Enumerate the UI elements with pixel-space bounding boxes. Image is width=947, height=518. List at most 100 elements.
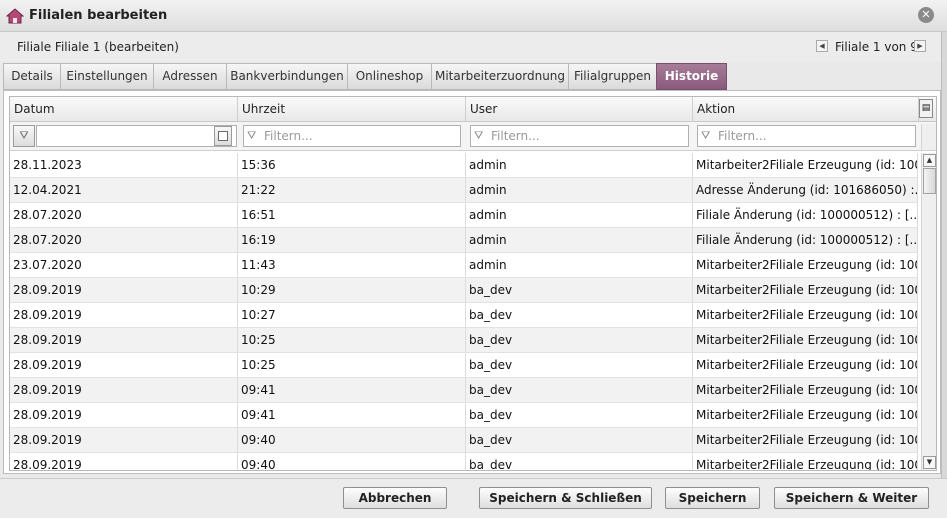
cell-uhrzeit: 09:41	[238, 378, 466, 402]
save-button[interactable]: Speichern	[665, 487, 760, 509]
cell-datum: 28.07.2020	[10, 228, 238, 252]
tab-filialgruppen[interactable]: Filialgruppen	[568, 63, 657, 90]
cell-user: ba_dev	[466, 378, 693, 402]
cell-user: ba_dev	[466, 303, 693, 327]
record-subtitle: Filiale Filiale 1 (bearbeiten)	[17, 40, 179, 54]
cell-uhrzeit: 10:29	[238, 278, 466, 302]
filter-user-input[interactable]: ⛛ Filtern...	[470, 125, 689, 147]
table-row[interactable]: 28.09.2019 10:29 ba_dev Mitarbeiter2Filiale…	[10, 278, 918, 303]
cell-user: admin	[466, 228, 693, 252]
column-header-aktion[interactable]: Aktion	[693, 97, 919, 121]
table-row[interactable]: 28.11.2023 15:36 admin Mitarbeiter2Filiale …	[10, 153, 918, 178]
tab-details[interactable]: Details	[3, 63, 61, 90]
filter-datum-input[interactable]	[36, 125, 237, 147]
pager-next-icon[interactable]: ▶	[914, 40, 926, 52]
tab-einstellungen[interactable]: Einstellungen	[60, 63, 154, 90]
cell-aktion: Filiale Änderung (id: 100000512) : [...	[693, 228, 918, 252]
cell-uhrzeit: 09:40	[238, 428, 466, 452]
cell-aktion: Mitarbeiter2Filiale Erzeugung (id: 100..…	[693, 428, 918, 452]
column-menu-icon[interactable]: ▤	[919, 99, 933, 118]
cell-datum: 28.11.2023	[10, 153, 238, 177]
cell-uhrzeit: 16:51	[238, 203, 466, 227]
filter-uhrzeit-input[interactable]: ⛛ Filtern...	[243, 125, 461, 147]
cell-user: admin	[466, 178, 693, 202]
cancel-button[interactable]: Abbrechen	[343, 487, 447, 509]
filter-icon: ⛛	[701, 129, 711, 142]
tab-bankverbindungen[interactable]: Bankverbindungen	[226, 63, 348, 90]
scroll-thumb[interactable]	[923, 168, 936, 194]
cell-datum: 23.07.2020	[10, 253, 238, 277]
cell-aktion: Mitarbeiter2Filiale Erzeugung (id: 100..…	[693, 278, 918, 302]
filter-aktion-input[interactable]: ⛛ Filtern...	[697, 125, 916, 147]
window-title: Filialen bearbeiten	[29, 8, 168, 23]
tab-historie[interactable]: Historie	[656, 63, 727, 90]
cell-uhrzeit: 10:25	[238, 328, 466, 352]
column-header-datum[interactable]: Datum	[10, 97, 238, 121]
cell-user: ba_dev	[466, 353, 693, 377]
tab-adressen[interactable]: Adressen	[153, 63, 227, 90]
cell-aktion: Mitarbeiter2Filiale Erzeugung (id: 100..…	[693, 403, 918, 427]
cell-datum: 28.09.2019	[10, 428, 238, 452]
cell-aktion: Adresse Änderung (id: 101686050) :...	[693, 178, 918, 202]
filter-mode-icon[interactable]: ⛛	[13, 125, 35, 147]
cell-aktion: Mitarbeiter2Filiale Erzeugung (id: 100..…	[693, 153, 918, 177]
cell-datum: 28.09.2019	[10, 303, 238, 327]
pager-prev-icon[interactable]: ◀	[816, 40, 828, 52]
table-row[interactable]: 28.07.2020 16:51 admin Filiale Änderung (id…	[10, 203, 918, 228]
close-icon[interactable]: ✕	[918, 7, 934, 23]
cell-user: ba_dev	[466, 278, 693, 302]
filter-placeholder: Filtern...	[264, 129, 313, 143]
save-next-button[interactable]: Speichern & Weiter	[774, 487, 929, 509]
table-row[interactable]: 28.09.2019 09:41 ba_dev Mitarbeiter2Filiale…	[10, 403, 918, 428]
table-row[interactable]: 28.09.2019 10:25 ba_dev Mitarbeiter2Filiale…	[10, 328, 918, 353]
cell-uhrzeit: 10:25	[238, 353, 466, 377]
table-row[interactable]: 23.07.2020 11:43 admin Mitarbeiter2Filiale …	[10, 253, 918, 278]
column-header-user[interactable]: User	[466, 97, 693, 121]
cell-datum: 28.09.2019	[10, 328, 238, 352]
cell-aktion: Mitarbeiter2Filiale Erzeugung (id: 100..…	[693, 378, 918, 402]
table-row[interactable]: 28.09.2019 09:40 ba_dev Mitarbeiter2Filiale…	[10, 428, 918, 453]
history-grid: Datum Uhrzeit User Aktion ▤ ⛛ ⛛ Filtern.…	[9, 96, 937, 471]
column-header-uhrzeit[interactable]: Uhrzeit	[238, 97, 466, 121]
filter-placeholder: Filtern...	[718, 129, 767, 143]
cell-datum: 28.09.2019	[10, 453, 238, 470]
filter-placeholder: Filtern...	[491, 129, 540, 143]
pager-label: Filiale 1 von 9	[835, 40, 918, 54]
window-edge	[941, 32, 947, 478]
scroll-up-icon[interactable]: ▲	[923, 154, 936, 167]
table-row[interactable]: 28.09.2019 10:25 ba_dev Mitarbeiter2Filiale…	[10, 353, 918, 378]
cell-user: admin	[466, 203, 693, 227]
grid-vertical-scrollbar[interactable]: ▲ ▼	[921, 153, 936, 470]
table-row[interactable]: 28.07.2020 16:19 admin Filiale Änderung (id…	[10, 228, 918, 253]
cell-user: admin	[466, 153, 693, 177]
cell-uhrzeit: 16:19	[238, 228, 466, 252]
cell-datum: 28.09.2019	[10, 353, 238, 377]
cell-aktion: Mitarbeiter2Filiale Erzeugung (id: 100..…	[693, 328, 918, 352]
tab-onlineshop[interactable]: Onlineshop	[347, 63, 432, 90]
grid-body: 28.11.2023 15:36 admin Mitarbeiter2Filiale …	[10, 153, 918, 470]
filter-icon: ⛛	[247, 129, 257, 142]
table-row[interactable]: 28.09.2019 09:40 ba_dev Mitarbeiter2Filiale…	[10, 453, 918, 470]
table-row[interactable]: 28.09.2019 09:41 ba_dev Mitarbeiter2Filiale…	[10, 378, 918, 403]
window-titlebar: Filialen bearbeiten ✕	[0, 0, 947, 32]
filter-icon: ⛛	[474, 129, 484, 142]
cell-uhrzeit: 11:43	[238, 253, 466, 277]
cell-user: admin	[466, 253, 693, 277]
table-row[interactable]: 12.04.2021 21:22 admin Adresse Änderung (id…	[10, 178, 918, 203]
cell-aktion: Filiale Änderung (id: 100000512) : [...	[693, 203, 918, 227]
calendar-icon[interactable]	[214, 126, 232, 146]
cell-uhrzeit: 21:22	[238, 178, 466, 202]
cell-aktion: Mitarbeiter2Filiale Erzeugung (id: 100..…	[693, 253, 918, 277]
tab-mitarbeiterzuordnung[interactable]: Mitarbeiterzuordnung	[431, 63, 569, 90]
cell-uhrzeit: 09:41	[238, 403, 466, 427]
cell-user: ba_dev	[466, 328, 693, 352]
cell-datum: 28.09.2019	[10, 378, 238, 402]
save-close-button[interactable]: Speichern & Schließen	[479, 487, 652, 509]
scroll-down-icon[interactable]: ▼	[923, 456, 936, 469]
cell-user: ba_dev	[466, 428, 693, 452]
table-row[interactable]: 28.09.2019 10:27 ba_dev Mitarbeiter2Filiale…	[10, 303, 918, 328]
filter-scrollbar	[921, 124, 936, 150]
cell-uhrzeit: 10:27	[238, 303, 466, 327]
tab-bar: Details Einstellungen Adressen Bankverbi…	[3, 63, 941, 90]
house-icon	[6, 8, 24, 24]
